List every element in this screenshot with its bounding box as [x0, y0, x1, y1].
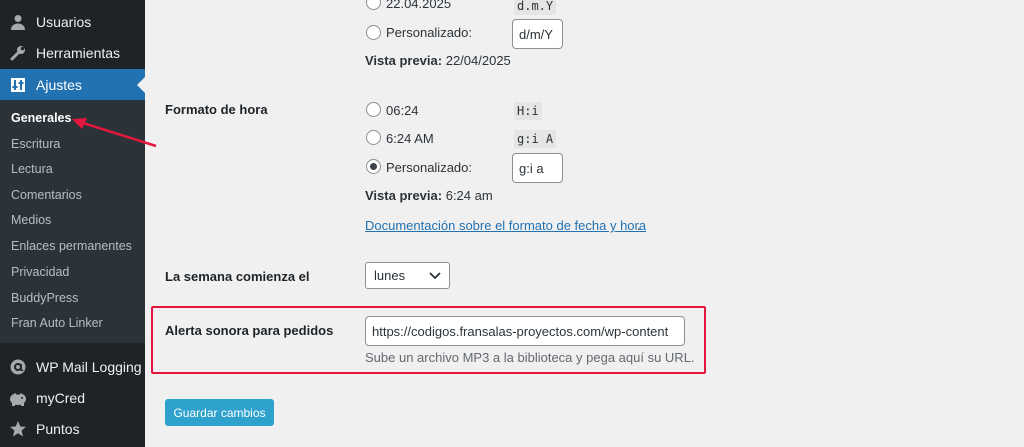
time-format-option-label: 6:24 AM: [386, 131, 434, 146]
date-format-option-label: 22.04.2025: [386, 0, 452, 11]
menu-item-wp-mail-logging[interactable]: WP Mail Logging: [0, 351, 145, 382]
link-suffix: .: [637, 218, 641, 233]
sound-alert-url-input[interactable]: https://codigos.fransalas-proyectos.com/…: [365, 316, 685, 346]
menu-item-label: myCred: [36, 389, 86, 406]
time-format-preview: Vista previa: 6:24 am: [365, 188, 493, 203]
menu-item-herramientas[interactable]: Herramientas: [0, 37, 145, 68]
time-format-heading: Formato de hora: [165, 102, 268, 117]
menu-item-label: Puntos: [36, 420, 80, 437]
time-format-custom-label: Personalizado:: [386, 160, 472, 175]
admin-sidebar: Usuarios Herramientas Ajustes Generales …: [0, 0, 145, 447]
menu-item-mycred[interactable]: myCred: [0, 382, 145, 413]
date-format-preview: Vista previa: 22/04/2025: [365, 53, 511, 68]
time-format-option-code: g:i A: [514, 130, 557, 148]
time-format-radio-24h[interactable]: [366, 102, 381, 117]
preview-value: 22/04/2025: [445, 53, 511, 68]
date-format-radio-custom[interactable]: [366, 25, 381, 40]
time-format-radio-custom[interactable]: [366, 159, 381, 174]
preview-value: 6:24 am: [445, 188, 493, 203]
preview-label: Vista previa:: [365, 188, 443, 203]
chevron-down-icon: [429, 268, 441, 283]
menu-item-puntos[interactable]: Puntos: [0, 413, 145, 444]
date-format-custom-label: Personalizado:: [386, 25, 472, 40]
menu-item-usuarios[interactable]: Usuarios: [0, 6, 145, 37]
annotation-arrow-icon: [72, 118, 157, 148]
settings-icon: [0, 77, 36, 93]
date-format-custom-input[interactable]: d/m/Y: [512, 19, 563, 49]
date-format-radio-dmy[interactable]: [366, 0, 381, 10]
sound-alert-description: Sube un archivo MP3 a la biblioteca y pe…: [365, 350, 695, 365]
time-format-option-code: H:i: [514, 102, 542, 120]
submenu-item-privacidad[interactable]: Privacidad: [11, 265, 69, 279]
piggy-bank-icon: [0, 390, 36, 406]
week-start-select[interactable]: lunes: [365, 262, 450, 289]
menu-item-label: Herramientas: [36, 44, 121, 61]
time-format-custom-input[interactable]: g:i a: [512, 153, 563, 183]
menu-item-label: Usuarios: [36, 13, 92, 30]
menu-item-label: Ajustes: [36, 76, 82, 93]
menu-item-label: WP Mail Logging: [36, 358, 142, 375]
time-format-radio-12h[interactable]: [366, 130, 381, 145]
users-icon: [0, 14, 36, 30]
date-format-option-code: d.m.Y: [514, 0, 557, 15]
submenu-item-medios[interactable]: Medios: [11, 213, 51, 227]
submenu-item-comentarios[interactable]: Comentarios: [11, 188, 82, 202]
submenu-item-fran-auto-linker[interactable]: Fran Auto Linker: [11, 316, 103, 330]
submenu-item-enlaces-permanentes[interactable]: Enlaces permanentes: [11, 239, 132, 253]
star-icon: [0, 420, 36, 438]
save-changes-button[interactable]: Guardar cambios: [165, 399, 274, 426]
submenu-item-escritura[interactable]: Escritura: [11, 137, 60, 151]
wrench-icon: [0, 44, 36, 62]
week-start-selected-value: lunes: [374, 268, 406, 283]
sound-alert-heading: Alerta sonora para pedidos: [165, 323, 334, 338]
menu-item-ajustes[interactable]: Ajustes: [0, 69, 145, 100]
preview-label: Vista previa:: [365, 53, 443, 68]
week-start-heading: La semana comienza el: [165, 269, 310, 284]
at-icon: [0, 358, 36, 376]
submenu-item-lectura[interactable]: Lectura: [11, 162, 53, 176]
submenu-item-buddypress[interactable]: BuddyPress: [11, 291, 78, 305]
time-format-option-label: 06:24: [386, 103, 419, 118]
date-time-docs-link[interactable]: Documentación sobre el formato de fecha …: [365, 218, 646, 233]
